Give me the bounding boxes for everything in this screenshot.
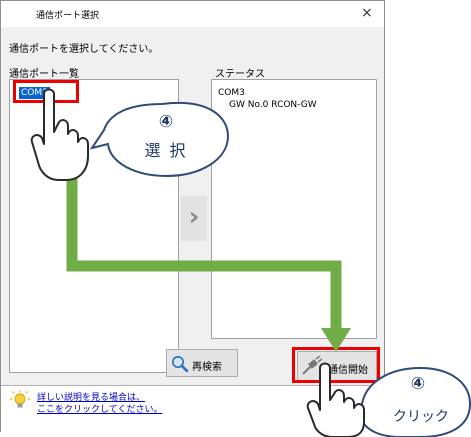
hand-pointer-icon (30, 88, 89, 181)
hand-pointer-icon (306, 362, 365, 437)
click-callout-label: クリック (393, 409, 449, 425)
click-callout-bubble (341, 366, 471, 437)
click-step-number: ④ (410, 374, 426, 394)
